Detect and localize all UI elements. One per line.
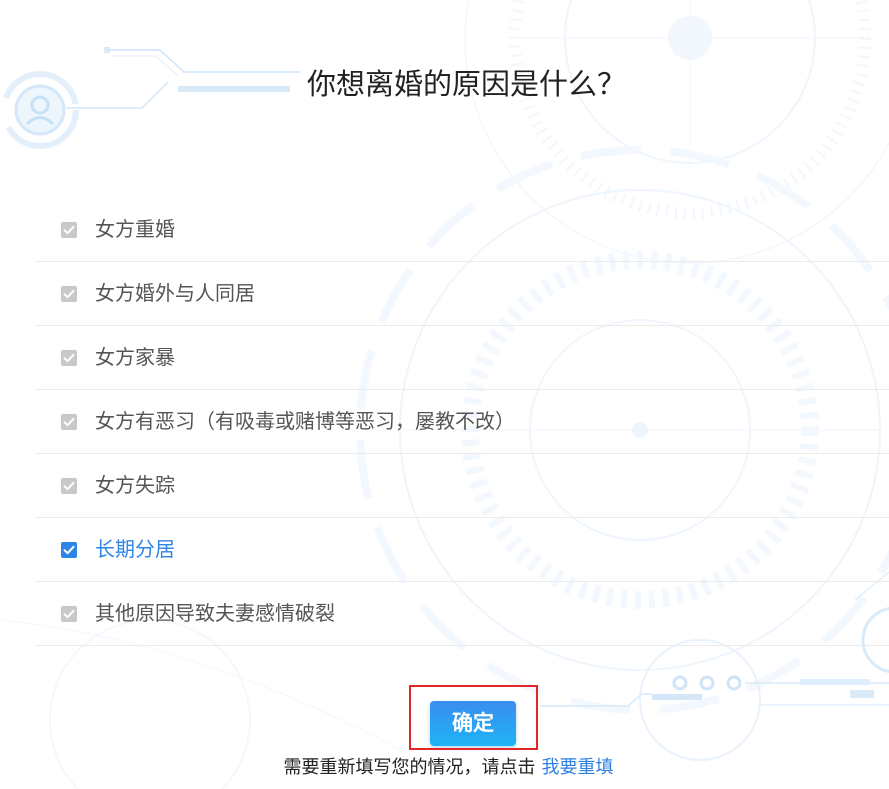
- checkbox[interactable]: [61, 413, 77, 430]
- refill-link[interactable]: 我要重填: [542, 757, 614, 777]
- option-label: 女方家暴: [95, 346, 175, 369]
- option-label: 长期分居: [95, 538, 175, 561]
- option-female-cohabitation[interactable]: 女方婚外与人同居: [35, 262, 889, 326]
- page-title: 你想离婚的原因是什么？: [306, 69, 626, 101]
- option-label: 其他原因导致夫妻感情破裂: [95, 602, 335, 625]
- option-long-term-separation[interactable]: 长期分居: [35, 518, 889, 582]
- check-icon: [63, 289, 75, 298]
- option-label: 女方重婚: [95, 218, 175, 241]
- check-icon: [63, 353, 75, 362]
- check-icon: [63, 225, 75, 234]
- checkbox[interactable]: [61, 477, 77, 494]
- checkbox[interactable]: [61, 285, 77, 302]
- check-icon: [63, 609, 75, 618]
- check-icon: [63, 545, 75, 554]
- divorce-reason-page: 你想离婚的原因是什么？ 女方重婚 女方婚外与人同居 女方家暴 女方有恶习（有吸毒…: [0, 0, 889, 789]
- option-female-domestic-violence[interactable]: 女方家暴: [35, 326, 889, 390]
- option-label: 女方失踪: [95, 474, 175, 497]
- checkbox[interactable]: [61, 605, 77, 622]
- check-icon: [63, 481, 75, 490]
- option-label: 女方有恶习（有吸毒或赌博等恶习，屡教不改）: [95, 410, 515, 433]
- option-female-missing[interactable]: 女方失踪: [35, 454, 889, 518]
- reset-prompt: 需要重新填写您的情况，请点击 我要重填: [0, 755, 889, 779]
- checkbox[interactable]: [61, 221, 77, 238]
- reason-options-list: 女方重婚 女方婚外与人同居 女方家暴 女方有恶习（有吸毒或赌博等恶习，屡教不改）…: [35, 198, 889, 646]
- checkbox[interactable]: [61, 349, 77, 366]
- check-icon: [63, 417, 75, 426]
- option-label: 女方婚外与人同居: [95, 282, 255, 305]
- reset-prompt-text: 需要重新填写您的情况，请点击: [283, 757, 536, 777]
- option-female-bad-habits[interactable]: 女方有恶习（有吸毒或赌博等恶习，屡教不改）: [35, 390, 889, 454]
- confirm-button[interactable]: 确定: [430, 701, 516, 746]
- option-female-bigamy[interactable]: 女方重婚: [35, 198, 889, 262]
- checkbox[interactable]: [61, 541, 77, 558]
- option-other-reasons[interactable]: 其他原因导致夫妻感情破裂: [35, 582, 889, 646]
